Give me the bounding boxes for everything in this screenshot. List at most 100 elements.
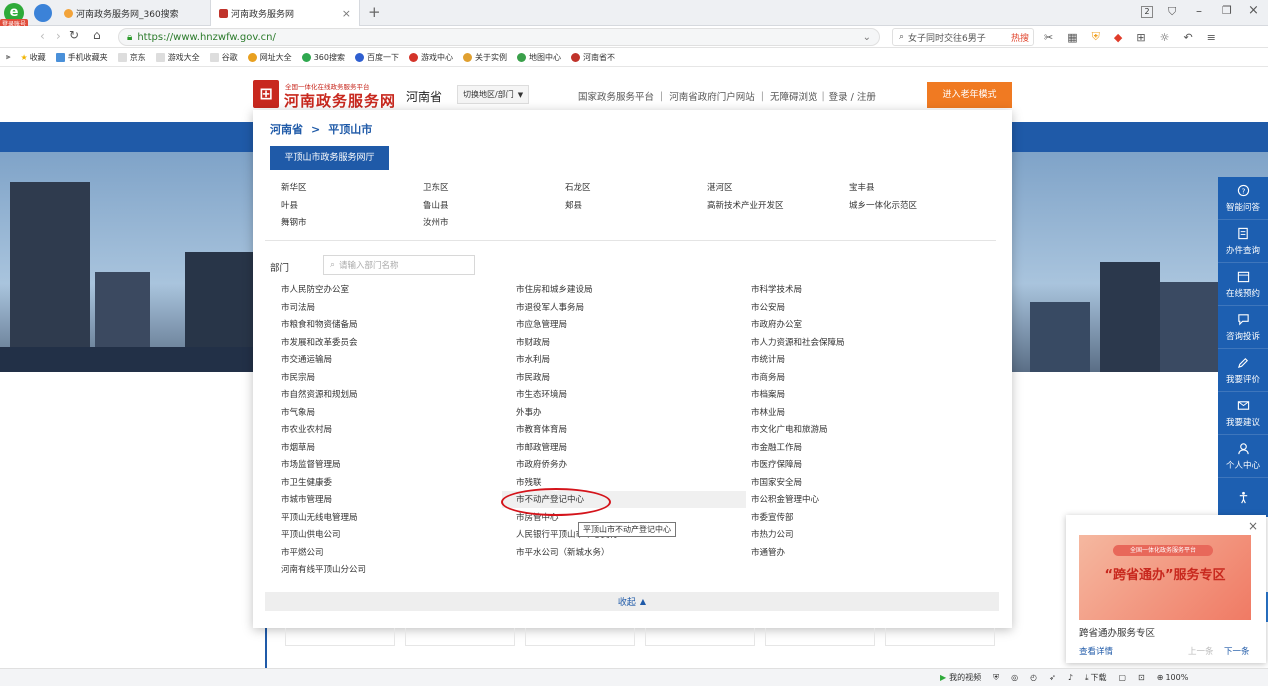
- sidebar-item-smart-qa[interactable]: ? 智能问答: [1218, 177, 1268, 220]
- dept-item[interactable]: 市水利局: [516, 352, 751, 370]
- browser-search-input[interactable]: ⌕ 女子同时交往6男子 热搜: [892, 28, 1034, 46]
- brightness-icon[interactable]: ☼: [1160, 31, 1170, 44]
- sidebar-item-evaluate[interactable]: 我要评价: [1218, 349, 1268, 392]
- dept-item[interactable]: 平顶山供电公司: [281, 527, 516, 545]
- bookmark-item[interactable]: 手机收藏夹: [55, 52, 108, 63]
- district-item[interactable]: 湛河区: [707, 180, 849, 198]
- dept-item[interactable]: 市委宣传部: [751, 510, 986, 528]
- new-tab-icon[interactable]: +: [368, 3, 381, 21]
- forward-icon[interactable]: ›: [56, 29, 61, 43]
- district-item[interactable]: 汝州市: [423, 215, 565, 233]
- link-login-register[interactable]: 登录 / 注册: [829, 89, 876, 103]
- dept-item[interactable]: 市气象局: [281, 405, 516, 423]
- dept-item[interactable]: 市城市管理局: [281, 492, 516, 510]
- bookmark-item[interactable]: 京东: [117, 52, 146, 63]
- speed-icon[interactable]: ◴: [1030, 673, 1037, 682]
- tab-360-search[interactable]: 河南政务服务网_360搜索: [56, 0, 206, 26]
- close-icon[interactable]: ×: [1248, 519, 1258, 533]
- bookmark-item[interactable]: 360搜索: [301, 52, 345, 63]
- district-item[interactable]: 舞钢市: [281, 215, 423, 233]
- city-hall-button[interactable]: 平顶山市政务服务网厅: [270, 146, 389, 170]
- henan-logo-icon[interactable]: ⊞: [253, 80, 279, 108]
- hot-search-label[interactable]: 热搜: [1011, 31, 1029, 44]
- dept-item[interactable]: 市平水公司（新城水务）: [516, 545, 751, 563]
- dept-item[interactable]: 市平燃公司: [281, 545, 516, 563]
- sidebar-item-booking[interactable]: 在线预约: [1218, 263, 1268, 306]
- my-video-button[interactable]: ▶ 我的视频: [940, 672, 981, 683]
- district-item[interactable]: 卫东区: [423, 180, 565, 198]
- breadcrumb-province[interactable]: 河南省: [270, 121, 303, 137]
- dept-item[interactable]: 市热力公司: [751, 527, 986, 545]
- dept-item[interactable]: 市统计局: [751, 352, 986, 370]
- dept-item[interactable]: 市人力资源和社会保障局: [751, 335, 986, 353]
- maximize-icon[interactable]: ❐: [1222, 4, 1232, 17]
- district-item[interactable]: 新华区: [281, 180, 423, 198]
- dept-item[interactable]: 平顶山无线电管理局: [281, 510, 516, 528]
- dept-item[interactable]: 市财政局: [516, 335, 751, 353]
- screen-icon[interactable]: ⊡: [1138, 673, 1145, 682]
- tab-count[interactable]: 2: [1141, 6, 1153, 18]
- sound-icon[interactable]: ♪: [1068, 673, 1073, 682]
- dept-item[interactable]: 市政府办公室: [751, 317, 986, 335]
- dept-item[interactable]: 市卫生健康委: [281, 475, 516, 493]
- link-provincial-portal[interactable]: 河南省政府门户网站: [669, 89, 755, 103]
- refresh-icon[interactable]: ↻: [69, 28, 79, 42]
- bookmark-item[interactable]: 游戏中心: [408, 52, 453, 63]
- next-button[interactable]: 下一条: [1224, 645, 1250, 657]
- dept-item[interactable]: 外事办: [516, 405, 751, 423]
- zoom-level[interactable]: ⊕ 100%: [1157, 673, 1189, 682]
- dept-item[interactable]: 市烟草局: [281, 440, 516, 458]
- bookmark-item[interactable]: 河南省不: [570, 52, 615, 63]
- dept-item[interactable]: 市退役军人事务局: [516, 300, 751, 318]
- dept-item[interactable]: 市科学技术局: [751, 282, 986, 300]
- shield-icon[interactable]: ⛨: [993, 673, 999, 683]
- telegram-icon[interactable]: [34, 4, 52, 22]
- dept-item[interactable]: 市商务局: [751, 370, 986, 388]
- url-field[interactable]: 🔒︎ https://www.hnzwfw.gov.cn/ ⌄: [118, 28, 880, 46]
- close-window-icon[interactable]: ×: [1248, 3, 1259, 18]
- back-icon[interactable]: ‹: [40, 29, 45, 43]
- game-icon[interactable]: ◆: [1114, 31, 1122, 44]
- scissors-icon[interactable]: ✂: [1044, 31, 1053, 44]
- breadcrumb-city[interactable]: 平顶山市: [328, 121, 372, 137]
- dept-item[interactable]: 市应急管理局: [516, 317, 751, 335]
- security-icon[interactable]: ◎: [1011, 673, 1018, 682]
- dept-item[interactable]: 市政府侨务办: [516, 457, 751, 475]
- dept-item[interactable]: 市林业局: [751, 405, 986, 423]
- bookmark-item[interactable]: 谷歌: [209, 52, 238, 63]
- bookmark-item[interactable]: 地图中心: [516, 52, 561, 63]
- logo-title[interactable]: 河南政务服务网: [284, 90, 396, 111]
- switch-region-dropdown[interactable]: 切换地区/部门 ▼: [457, 85, 530, 104]
- promo-banner[interactable]: 全国一体化政务服务平台 “跨省通办”服务专区: [1079, 535, 1251, 620]
- dept-search-input[interactable]: ⌕ 请输入部门名称: [323, 255, 475, 275]
- view-detail-link[interactable]: 查看详情: [1079, 645, 1113, 657]
- sidebar-toggle-icon[interactable]: ⫸: [6, 52, 11, 62]
- district-item[interactable]: 鲁山县: [423, 198, 565, 216]
- bookmark-item[interactable]: ★ 收藏: [21, 52, 46, 63]
- collapse-button[interactable]: 收起 ▲: [265, 592, 999, 611]
- district-item[interactable]: 郏县: [565, 198, 707, 216]
- district-item[interactable]: 叶县: [281, 198, 423, 216]
- dept-item[interactable]: 市档案局: [751, 387, 986, 405]
- dept-item[interactable]: 市司法局: [281, 300, 516, 318]
- bookmark-item[interactable]: 网址大全: [247, 52, 292, 63]
- elder-mode-button[interactable]: 进入老年模式: [927, 82, 1012, 108]
- district-item[interactable]: 高新技术产业开发区: [707, 198, 849, 216]
- home-icon[interactable]: ⌂: [93, 28, 101, 42]
- dept-item[interactable]: 市人民防空办公室: [281, 282, 516, 300]
- sidebar-item-complaint[interactable]: 咨询投诉: [1218, 306, 1268, 349]
- extension-icon[interactable]: ▦: [1067, 31, 1077, 44]
- district-item[interactable]: 城乡一体化示范区: [849, 198, 991, 216]
- dept-item[interactable]: 市邮政管理局: [516, 440, 751, 458]
- sidebar-item-case-query[interactable]: 办件查询: [1218, 220, 1268, 263]
- dept-item[interactable]: 市金融工作局: [751, 440, 986, 458]
- dept-item[interactable]: 市教育体育局: [516, 422, 751, 440]
- bookmark-item[interactable]: 关于实例: [462, 52, 507, 63]
- link-accessibility[interactable]: 无障碍浏览: [770, 89, 818, 103]
- sidebar-item-suggest[interactable]: 我要建议: [1218, 392, 1268, 435]
- district-item[interactable]: 宝丰县: [849, 180, 991, 198]
- shield-icon[interactable]: ⛨: [1092, 30, 1100, 44]
- window-icon[interactable]: ▢: [1118, 673, 1126, 682]
- dept-item[interactable]: 市发展和改革委员会: [281, 335, 516, 353]
- dept-item[interactable]: 市粮食和物资储备局: [281, 317, 516, 335]
